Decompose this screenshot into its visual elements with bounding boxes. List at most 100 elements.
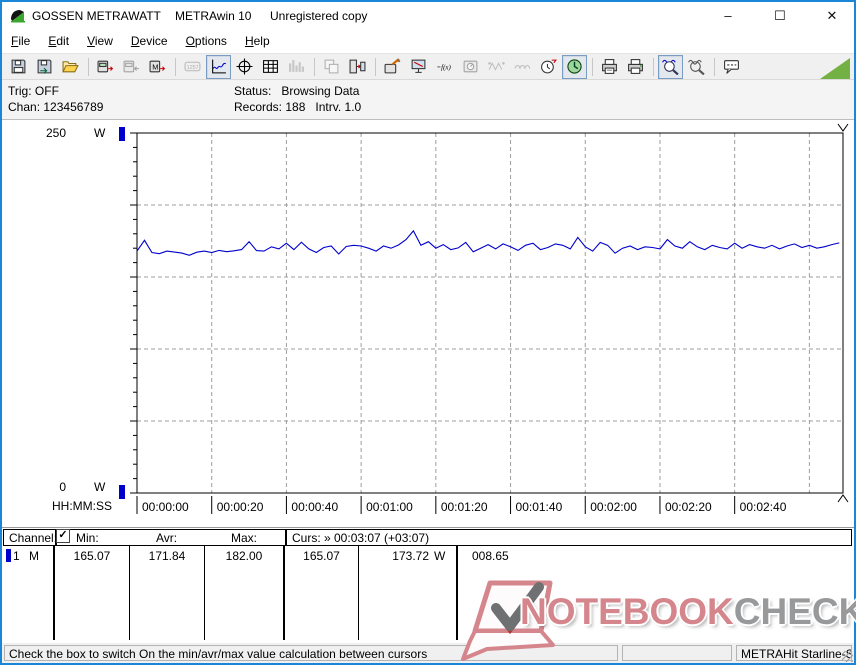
read-device-icon [97, 58, 114, 75]
menu-item-file[interactable]: File [2, 30, 39, 53]
write-device-icon [123, 58, 140, 75]
channel-mode: M [29, 549, 39, 563]
live-timer-icon [566, 58, 583, 75]
schedule-button[interactable] [536, 55, 561, 79]
resize-grip[interactable] [842, 651, 853, 662]
view-yt-chart-button[interactable] [206, 54, 231, 79]
view-histogram-icon [288, 58, 305, 75]
view-table-button[interactable] [258, 55, 283, 79]
status-device-name: METRAHit Starline-Seri [736, 645, 852, 661]
x-tick-label: 00:00:00 [142, 500, 189, 514]
y-axis-max-label: 250 [45, 126, 66, 140]
chan-label: Chan: [8, 100, 41, 114]
close-button[interactable]: ✕ [809, 2, 855, 30]
open-button[interactable] [58, 55, 83, 79]
menu-item-edit[interactable]: Edit [39, 30, 78, 53]
maximize-button[interactable]: ☐ [757, 2, 803, 30]
channel1-scale-marker-top [119, 127, 125, 141]
save-as-button[interactable] [32, 55, 57, 79]
min-value: 165.07 [73, 549, 111, 563]
menu-item-help[interactable]: Help [236, 30, 279, 53]
channel1-scale-marker-bottom [119, 485, 125, 499]
read-memory-button[interactable] [145, 55, 170, 79]
comment-icon [723, 58, 740, 75]
view-cursors-button[interactable] [232, 55, 257, 79]
avr-value: 171.84 [148, 549, 186, 563]
x-tick-label: 00:02:00 [590, 500, 637, 514]
device-settings-icon [384, 58, 401, 75]
print-preview-icon [601, 58, 618, 75]
menu-item-options[interactable]: Options [177, 30, 236, 53]
toolbar-separator [714, 57, 715, 76]
toolbar-separator [375, 57, 376, 76]
probe-icon [488, 58, 505, 75]
x-tick-label: 00:00:20 [217, 500, 264, 514]
toolbar-separator [653, 57, 654, 76]
x-tick-label: 00:00:40 [291, 500, 338, 514]
open-icon [62, 58, 79, 75]
power-series-line [136, 229, 840, 256]
pc-settings-button[interactable] [406, 55, 431, 79]
zoom-mode-icon [662, 58, 679, 75]
formula-button[interactable] [432, 55, 457, 79]
print-button[interactable] [623, 55, 648, 79]
y-axis-unit-bottom: W [94, 480, 106, 494]
menu-bar: File Edit View Device Options Help [2, 30, 854, 54]
filter-button [510, 55, 535, 79]
minimize-button[interactable]: – [705, 2, 751, 30]
print-icon [627, 58, 644, 75]
x-tick-label: 00:01:40 [516, 500, 563, 514]
cursor-delta-value: 008.65 [472, 549, 509, 563]
status-middle [622, 645, 732, 661]
write-device-button [119, 55, 144, 79]
chan-value: 123456789 [43, 100, 104, 114]
lcd-display-icon [184, 58, 201, 75]
metrawin-window: { "window": { "app_name": "GOSSEN METRAW… [0, 0, 856, 665]
x-tick-label: 00:02:40 [740, 500, 787, 514]
cursors-header: Curs: » 00:03:07 (+03:07) [292, 531, 430, 545]
x-tick-label: 00:01:00 [366, 500, 413, 514]
save-button[interactable] [6, 55, 31, 79]
save-as-icon [36, 58, 53, 75]
y-axis-unit-top: W [94, 126, 106, 140]
menu-item-device[interactable]: Device [122, 30, 177, 53]
zoom-mode-button[interactable] [658, 54, 683, 79]
zoom-select-icon [688, 58, 705, 75]
read-memory-icon [149, 58, 166, 75]
transfer-button[interactable] [345, 55, 370, 79]
trig-value: OFF [34, 84, 59, 98]
x-tick-label: 00:02:20 [665, 500, 712, 514]
avr-column-header: Avr: [156, 531, 178, 545]
menu-item-view[interactable]: View [78, 30, 122, 53]
minmax-calc-checkbox[interactable]: ✓ [56, 529, 70, 543]
records-value: 188 [285, 100, 306, 114]
toolbar-separator [88, 57, 89, 76]
cursor-handle-top[interactable] [837, 123, 849, 132]
read-device-button[interactable] [93, 55, 118, 79]
live-timer-button[interactable] [562, 54, 587, 79]
title-product: METRAwin 10 [175, 9, 252, 23]
formula-icon [436, 58, 453, 75]
power-chart[interactable]: 00:00:00 00:00:20 00:00:40 00:01:00 00:01:20… [2, 120, 854, 527]
toolbar-separator [592, 57, 593, 76]
cursor-value-table: Channel: Min: Avr: Max: Curs: » 00:03:07… [2, 527, 854, 644]
save-icon [10, 58, 27, 75]
channel-column-header: Channel: [9, 531, 58, 545]
lcd-display-button [180, 55, 205, 79]
view-cursors-icon [236, 58, 253, 75]
print-preview-button[interactable] [597, 55, 622, 79]
max-value: 182.00 [225, 549, 263, 563]
acquisition-info-panel: Trig: OFF Chan: 123456789 Status: Browsi… [2, 80, 854, 120]
interval-label: Intrv. [315, 100, 342, 114]
channel1-color-bar [6, 549, 11, 562]
toolbar-separator [175, 57, 176, 76]
view-histogram-button [284, 55, 309, 79]
cursor-handle-bottom[interactable] [837, 494, 849, 503]
min-column-header: Min: [76, 531, 99, 545]
zoom-select-button[interactable] [684, 55, 709, 79]
device-monitor-button [458, 55, 483, 79]
comment-button[interactable] [719, 55, 744, 79]
app-logo-icon [11, 10, 25, 23]
toolbar-separator [314, 57, 315, 76]
device-settings-button[interactable] [380, 55, 405, 79]
